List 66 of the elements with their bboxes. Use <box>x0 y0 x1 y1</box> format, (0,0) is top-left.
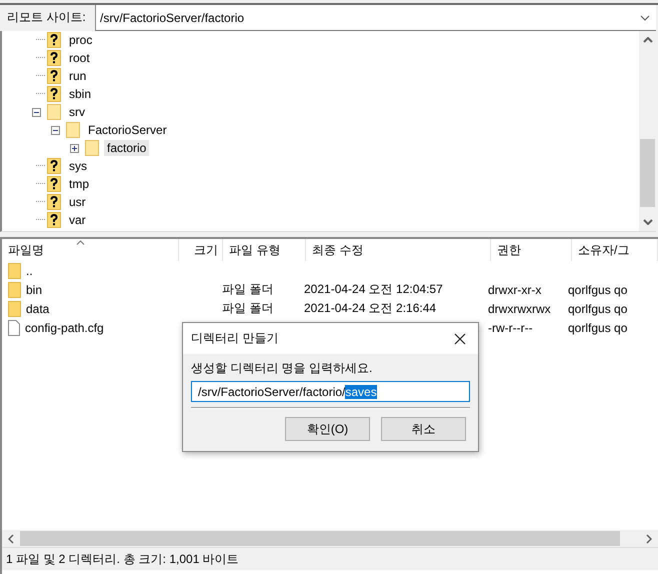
unknown-folder-icon <box>47 212 61 228</box>
unknown-folder-icon <box>47 176 61 192</box>
status-text: 1 파일 및 2 디렉터리. 총 크기: 1,001 바이트 <box>6 552 239 566</box>
table-cell: qorlfgus qo <box>568 320 628 334</box>
unknown-folder-icon <box>47 32 61 48</box>
remote-site-label: 리모트 사이트: <box>6 9 87 26</box>
dialog-title: 디렉터리 만들기 <box>191 330 278 347</box>
column-header[interactable]: 권한 <box>491 239 572 261</box>
folder-icon <box>8 262 21 278</box>
file-name[interactable]: data <box>26 302 50 316</box>
tree-item[interactable]: run <box>66 68 90 84</box>
folder-icon <box>85 140 99 156</box>
tree-item[interactable]: var <box>66 212 89 228</box>
expander-icon[interactable] <box>32 108 41 116</box>
file-name[interactable]: .. <box>26 264 33 278</box>
unknown-folder-icon <box>47 194 61 210</box>
expander-icon[interactable] <box>70 144 79 152</box>
folder-icon <box>66 122 80 138</box>
file-name[interactable]: config-path.cfg <box>25 320 104 334</box>
file-name[interactable]: bin <box>26 282 42 296</box>
scroll-down-icon[interactable] <box>642 219 652 225</box>
tree-item[interactable]: srv <box>66 104 88 120</box>
folder-icon <box>47 104 61 120</box>
scroll-right-icon[interactable] <box>646 534 652 544</box>
tree-item[interactable]: sbin <box>66 86 94 102</box>
tree-item[interactable]: sys <box>66 158 90 174</box>
expander-icon[interactable] <box>51 126 60 134</box>
dialog-button[interactable]: 확인(O) <box>285 417 370 441</box>
sort-caret-icon <box>76 240 85 245</box>
remote-path-combobox[interactable]: /srv/FactorioServer/factorio <box>95 5 656 31</box>
table-cell: drwxr-xr-x <box>488 282 542 296</box>
file-icon <box>8 320 20 336</box>
table-cell: -rw-r--r-- <box>488 320 533 334</box>
scrollbar-thumb[interactable] <box>20 531 620 546</box>
dialog-prompt: 생성할 디렉터리 명을 입력하세요. <box>191 360 374 377</box>
dialog-button[interactable]: 취소 <box>381 417 466 441</box>
table-cell: 2021-04-24 오전 2:16:44 <box>304 301 436 315</box>
folder-icon <box>8 300 21 316</box>
tree-item[interactable]: proc <box>66 32 96 48</box>
column-header[interactable]: 소유자/그 <box>572 239 658 261</box>
unknown-folder-icon <box>47 68 61 84</box>
tree-item[interactable]: tmp <box>66 176 92 192</box>
unknown-folder-icon <box>47 86 61 102</box>
column-header[interactable]: 크기 <box>179 239 223 261</box>
tree-item[interactable]: factorio <box>104 140 150 156</box>
table-cell: 파일 폴더 <box>222 301 274 315</box>
table-cell: qorlfgus qo <box>568 282 628 296</box>
column-header[interactable]: 파일 유형 <box>223 239 306 261</box>
close-icon[interactable] <box>454 332 466 344</box>
tree-item[interactable]: usr <box>66 194 89 210</box>
unknown-folder-icon <box>47 158 61 174</box>
unknown-folder-icon <box>47 50 61 66</box>
table-cell: drwxrwxrwx <box>488 302 551 316</box>
scrollbar-thumb[interactable] <box>640 139 655 207</box>
scroll-up-icon[interactable] <box>642 37 652 43</box>
table-cell: 파일 폴더 <box>222 282 274 296</box>
column-header[interactable]: 파일명 <box>2 239 179 261</box>
directory-name-field[interactable]: /srv/FactorioServer/factorio/saves <box>191 381 470 402</box>
tree-item[interactable]: root <box>66 50 93 66</box>
tree-item[interactable]: FactorioServer <box>85 122 170 138</box>
column-header[interactable]: 최종 수정 <box>306 239 491 261</box>
folder-icon <box>8 282 21 298</box>
table-cell: qorlfgus qo <box>568 302 628 316</box>
dropdown-caret-icon <box>640 14 650 20</box>
table-cell: 2021-04-24 오전 12:04:57 <box>304 282 443 296</box>
scroll-left-icon[interactable] <box>8 534 14 544</box>
